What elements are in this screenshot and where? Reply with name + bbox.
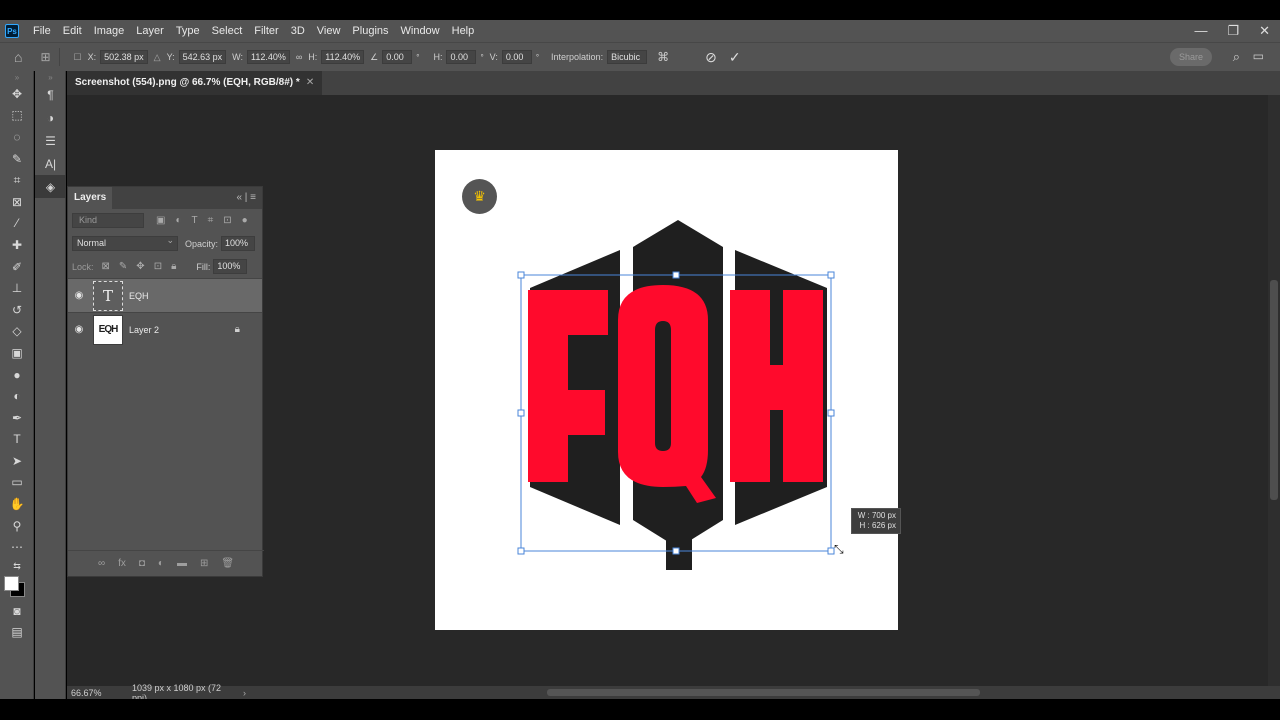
add-mask-icon[interactable]: ◘: [139, 558, 145, 569]
filter-icons: ▣ ◐ T ⌗ ⊡ ●: [156, 215, 248, 226]
visibility-eye-icon[interactable]: ◉: [68, 290, 90, 301]
shape-filter-icon[interactable]: ⌗: [208, 215, 214, 226]
layer-name[interactable]: Layer 2: [129, 325, 159, 335]
type-filter-icon[interactable]: T: [192, 215, 198, 226]
lock-all-icon[interactable]: 🔒︎: [171, 261, 176, 272]
text-layer-thumbnail: T: [93, 280, 123, 311]
layer-name[interactable]: EQH: [129, 291, 149, 301]
lock-artboard-icon[interactable]: ⊡: [154, 261, 162, 272]
layers-panel-title[interactable]: Layers: [68, 187, 113, 209]
layers-panel-footer: ∞ fx ◘ ◐ ▬ ⊞ 🗑︎: [68, 550, 264, 576]
opacity-input[interactable]: 100%: [221, 236, 256, 251]
new-layer-icon[interactable]: ⊞: [200, 558, 208, 569]
layers-panel: Layers « | ≡ Kind ▣ ◐ T ⌗ ⊡ ● Normal Opa…: [67, 186, 264, 577]
lock-position-icon[interactable]: ✥: [136, 261, 144, 272]
panel-menu-icon[interactable]: « | ≡: [236, 187, 256, 209]
blend-opacity-row: Normal Opacity: 100%: [68, 232, 262, 255]
zoom-level[interactable]: 66.67%: [67, 688, 122, 698]
layer-row-eqh[interactable]: ◉ T EQH: [68, 278, 262, 312]
opacity-label: Opacity:: [185, 238, 219, 249]
fx-icon[interactable]: fx: [118, 558, 126, 569]
horizontal-scroll-thumb[interactable]: [547, 689, 980, 696]
status-bar: 66.67% 1039 px x 1080 px (72 ppi) ›: [67, 683, 1280, 703]
transform-handles: [517, 271, 835, 555]
smart-object-filter-icon[interactable]: ⊡: [223, 215, 231, 226]
visibility-eye-icon[interactable]: ◉: [68, 324, 90, 335]
layer-filter-row: Kind ▣ ◐ T ⌗ ⊡ ●: [68, 209, 262, 232]
lock-label: Lock:: [72, 261, 94, 272]
link-layers-icon[interactable]: ∞: [98, 558, 105, 569]
kind-filter-select[interactable]: Kind: [72, 213, 144, 228]
fill-label: Fill:: [196, 261, 211, 272]
lock-fill-row: Lock: ⊠ ✎ ✥ ⊡ 🔒︎ Fill: 100%: [68, 255, 262, 278]
bottom-strip: [0, 699, 1280, 720]
lock-icons: ⊠ ✎ ✥ ⊡ 🔒︎: [102, 261, 177, 272]
lock-pixels-icon[interactable]: ✎: [119, 261, 127, 272]
layer-lock-icon: 🔒︎: [234, 324, 240, 335]
layer-row-layer-2[interactable]: ◉ EQH Layer 2 🔒︎: [68, 312, 262, 346]
delete-layer-icon[interactable]: 🗑︎: [221, 558, 234, 569]
filter-toggle-icon[interactable]: ●: [242, 215, 248, 226]
lock-transparency-icon[interactable]: ⊠: [102, 261, 110, 272]
tooltip-height: H : 626 px: [859, 521, 896, 530]
adjustment-layer-icon[interactable]: ◐: [158, 558, 164, 569]
blend-mode-select[interactable]: Normal: [72, 234, 178, 251]
resize-cursor-icon: ⤡: [834, 542, 844, 556]
adjustment-filter-icon[interactable]: ◐: [175, 215, 181, 226]
new-group-icon[interactable]: ▬: [177, 558, 187, 569]
vertical-scroll-thumb[interactable]: [1270, 280, 1278, 500]
transform-size-tooltip: W : 700 px H : 626 px: [851, 508, 901, 534]
tooltip-width: W : 700 px: [857, 511, 896, 520]
pixel-filter-icon[interactable]: ▣: [156, 215, 165, 226]
image-layer-thumbnail: EQH: [93, 314, 123, 345]
fill-input[interactable]: 100%: [213, 259, 248, 274]
vertical-scrollbar[interactable]: [1268, 95, 1280, 686]
status-menu-chevron-icon[interactable]: ›: [243, 688, 246, 698]
layers-panel-header: Layers « | ≡: [68, 187, 262, 209]
